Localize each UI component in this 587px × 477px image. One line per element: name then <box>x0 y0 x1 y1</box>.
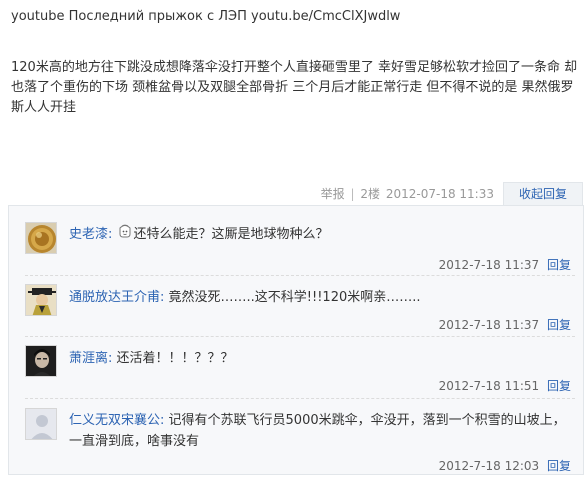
bubble-face-icon <box>117 224 133 240</box>
post-title: youtube Последний прыжок с ЛЭП youtu.be/… <box>11 9 401 24</box>
avatar[interactable] <box>25 284 57 316</box>
avatar[interactable] <box>25 345 57 377</box>
reply-item: 史老漆: 还特么能走？这厮是地球物种么？ 2012-7-18 11:37 回复 <box>17 214 575 274</box>
reply-divider <box>25 275 575 276</box>
reply-item: 萧涯离: 还活着！！！？？？ 2012-7-18 11:51 回复 <box>17 338 575 398</box>
reply-list: 史老漆: 还特么能走？这厮是地球物种么？ 2012-7-18 11:37 回复 <box>8 205 584 475</box>
reply-username[interactable]: 仁义无双宋襄公: <box>69 413 164 428</box>
reply-time: 2012-7-18 11:37 <box>438 318 540 332</box>
meta-separator: | <box>350 187 355 201</box>
reply-button[interactable]: 回复 <box>547 459 571 473</box>
reply-username[interactable]: 萧涯离: <box>69 351 112 366</box>
reply-divider <box>25 336 575 337</box>
reply-button[interactable]: 回复 <box>547 318 571 332</box>
post-meta: 举报 | 2楼 2012-07-18 11:33 收起回复 <box>0 182 587 208</box>
avatar[interactable] <box>25 408 57 440</box>
reply-item: 仁义无双宋襄公: 记得有个苏联飞行员5000米跳伞，伞没开，落到一个积雪的山坡上… <box>17 400 575 473</box>
floor-number: 2楼 <box>360 187 381 201</box>
reply-time: 2012-7-18 11:51 <box>438 379 540 393</box>
reply-text: 还特么能走？这厮是地球物种么？ <box>133 227 329 242</box>
reply-button[interactable]: 回复 <box>547 258 571 272</box>
reply-text: 竟然没死……..这不科学!!!120米啊亲…….. <box>168 290 421 305</box>
reply-divider <box>25 398 575 399</box>
post-datetime: 2012-07-18 11:33 <box>385 187 494 201</box>
reply-username[interactable]: 通脱放达王介甫: <box>69 290 164 305</box>
reply-text: 还活着！！！？？？ <box>116 351 234 366</box>
avatar[interactable] <box>25 222 57 254</box>
reply-button[interactable]: 回复 <box>547 379 571 393</box>
reply-time: 2012-7-18 11:37 <box>438 258 540 272</box>
report-link[interactable]: 举报 <box>321 187 345 201</box>
reply-username[interactable]: 史老漆: <box>69 227 112 242</box>
post-body: 120米高的地方往下跳没成想降落伞没打开整个人直接砸雪里了 幸好雪足够松软才捡回… <box>11 60 578 115</box>
reply-item: 通脱放达王介甫: 竟然没死……..这不科学!!!120米啊亲…….. 2012-… <box>17 277 575 337</box>
reply-time: 2012-7-18 12:03 <box>438 459 540 473</box>
